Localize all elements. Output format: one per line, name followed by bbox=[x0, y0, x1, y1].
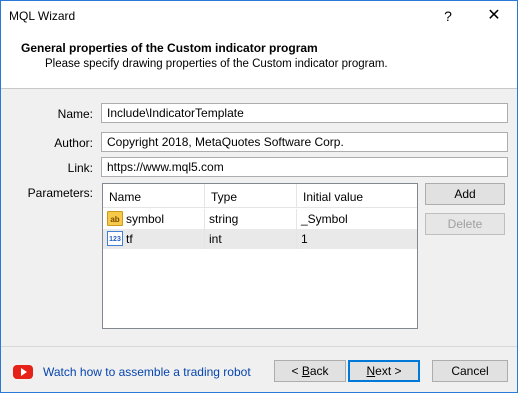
name-field[interactable]: Include\IndicatorTemplate bbox=[101, 103, 508, 123]
wizard-header: General properties of the Custom indicat… bbox=[1, 31, 517, 89]
table-row[interactable]: ab symbol string _Symbol bbox=[103, 209, 417, 229]
column-header-initial-value[interactable]: Initial value bbox=[297, 184, 417, 208]
name-label: Name: bbox=[57, 107, 93, 121]
mql-wizard-window: MQL Wizard ? ✕ General properties of the… bbox=[0, 0, 518, 393]
int-type-icon: 123 bbox=[107, 231, 123, 246]
param-name: symbol bbox=[126, 212, 165, 226]
param-type: string bbox=[205, 209, 297, 229]
author-field[interactable]: Copyright 2018, MetaQuotes Software Corp… bbox=[101, 132, 508, 152]
close-button[interactable]: ✕ bbox=[471, 1, 517, 31]
string-type-icon: ab bbox=[107, 211, 123, 226]
param-initial-value: 1 bbox=[301, 232, 308, 246]
param-name: tf bbox=[126, 232, 133, 246]
help-button[interactable]: ? bbox=[425, 1, 471, 31]
back-button-prefix: < bbox=[291, 364, 302, 378]
youtube-icon[interactable] bbox=[13, 365, 33, 379]
column-header-type[interactable]: Type bbox=[205, 184, 297, 208]
page-subtitle: Please specify drawing properties of the… bbox=[45, 58, 388, 70]
page-title: General properties of the Custom indicat… bbox=[21, 41, 318, 55]
delete-button[interactable]: Delete bbox=[425, 213, 505, 235]
author-label: Author: bbox=[54, 136, 93, 150]
param-initial-value: _Symbol bbox=[301, 212, 348, 226]
param-name-cell: 123 tf bbox=[103, 229, 205, 249]
back-button-accesskey: B bbox=[301, 364, 310, 378]
title-bar: MQL Wizard ? ✕ bbox=[1, 1, 517, 31]
link-label: Link: bbox=[67, 161, 93, 175]
column-header-name[interactable]: Name bbox=[103, 184, 205, 208]
next-button[interactable]: Next > bbox=[348, 360, 420, 382]
tutorial-video-link[interactable]: Watch how to assemble a trading robot bbox=[43, 365, 251, 379]
add-button[interactable]: Add bbox=[425, 183, 505, 205]
table-row[interactable]: 123 tf int 1 bbox=[103, 229, 417, 249]
next-button-accesskey: N bbox=[366, 364, 376, 378]
next-button-rest: ext > bbox=[375, 364, 402, 378]
cancel-button[interactable]: Cancel bbox=[432, 360, 508, 382]
param-type: int bbox=[205, 229, 297, 249]
window-title: MQL Wizard bbox=[9, 9, 76, 23]
footer-divider bbox=[1, 346, 517, 347]
back-button-rest: ack bbox=[309, 364, 329, 378]
parameters-table-header: Name Type Initial value bbox=[103, 184, 417, 208]
parameters-label: Parameters: bbox=[27, 186, 93, 200]
link-field[interactable]: https://www.mql5.com bbox=[101, 157, 508, 177]
param-name-cell: ab symbol bbox=[103, 209, 205, 229]
back-button[interactable]: < Back bbox=[274, 360, 346, 382]
parameters-table[interactable]: Name Type Initial value ab symbol string… bbox=[102, 183, 418, 329]
